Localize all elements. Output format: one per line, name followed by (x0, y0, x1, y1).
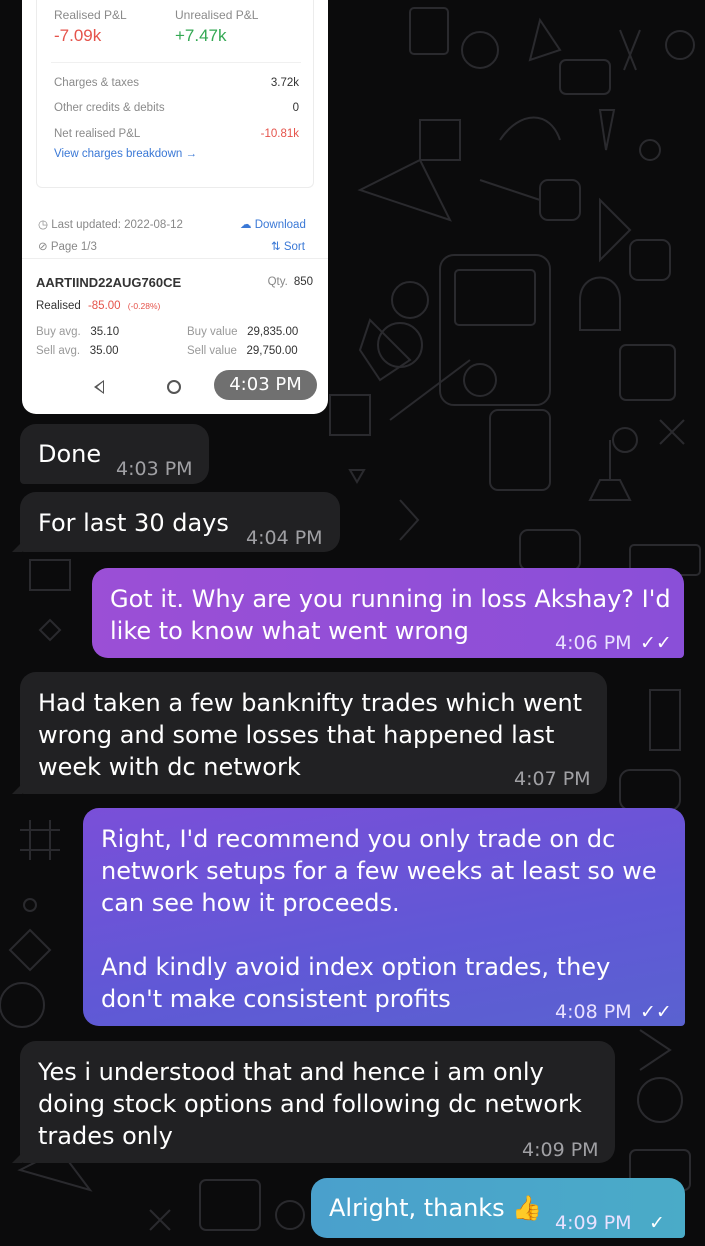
sort-link: ⇅ Sort (271, 241, 305, 253)
sort-icon: ⇅ (271, 241, 284, 253)
message-text: Done (38, 440, 102, 468)
message-time: 4:07 PM (514, 768, 591, 790)
sell-value: Sell value 29,750.00 (187, 345, 298, 357)
message-time: 4:04 PM (246, 527, 323, 549)
pnl-summary-card: Realised P&L -7.09k Unrealised P&L +7.47… (36, 0, 314, 188)
message-bubble-incoming[interactable]: For last 30 days 4:04 PM (12, 492, 340, 552)
buy-value: Buy value 29,835.00 (187, 326, 299, 338)
sell-avg: Sell avg. 35.00 (36, 345, 119, 357)
message-text: For last 30 days (38, 509, 229, 537)
message-bubble-outgoing[interactable]: Right, I'd recommend you only trade on d… (83, 808, 685, 1026)
message-text: Had taken a few banknifty trades which w… (38, 689, 583, 781)
message-time: 4:08 PM (555, 1001, 632, 1023)
buy-avg: Buy avg. 35.10 (36, 326, 120, 338)
charges-breakdown-link: View charges breakdown → (54, 148, 197, 160)
net-realised-row: Net realised P&L -10.81k (54, 128, 299, 140)
download-link: ☁ Download (240, 219, 306, 231)
message-text: Alright, thanks 👍 (329, 1194, 543, 1222)
page-indicator: ⊘ Page 1/3 (38, 241, 97, 253)
double-check-icon: ✓✓ (640, 1001, 672, 1023)
message-bubble-incoming[interactable]: Had taken a few banknifty trades which w… (12, 672, 607, 794)
message-text: Yes i understood that and hence i am onl… (38, 1058, 582, 1150)
realised-pl-label: Realised P&L (54, 8, 127, 22)
unrealised-pl-value: +7.47k (175, 26, 227, 45)
screenshot-image-message[interactable]: Realised P&L -7.09k Unrealised P&L +7.47… (22, 0, 328, 414)
instrument-symbol: AARTIIND22AUG760CE (36, 275, 182, 290)
realised-row: Realised -85.00 (-0.28%) (36, 300, 161, 312)
download-cloud-icon: ☁ (240, 219, 255, 231)
realised-pl-value: -7.09k (54, 26, 102, 45)
back-triangle-icon (94, 380, 104, 394)
message-time: 4:06 PM (555, 632, 632, 654)
last-updated-text: ◷ Last updated: 2022-08-12 (38, 219, 183, 231)
image-timestamp: 4:03 PM (214, 370, 317, 400)
message-bubble-outgoing[interactable]: Got it. Why are you running in loss Aksh… (92, 568, 684, 658)
message-time: 4:09 PM (522, 1139, 599, 1161)
clock-icon: ◷ (38, 219, 52, 231)
charges-row: Charges & taxes 3.72k (54, 77, 299, 89)
message-bubble-incoming[interactable]: Yes i understood that and hence i am onl… (12, 1041, 615, 1163)
message-bubble-incoming[interactable]: Done 4:03 PM (20, 424, 209, 484)
attachment-icon: ⊘ (38, 241, 51, 253)
message-time: 4:09 PM (555, 1212, 632, 1234)
quantity: Qty. 850 (267, 276, 313, 288)
home-circle-icon (167, 380, 181, 394)
single-check-icon: ✓ (649, 1212, 665, 1234)
double-check-icon: ✓✓ (640, 632, 672, 654)
message-text: Right, I'd recommend you only trade on d… (101, 825, 657, 1013)
message-bubble-outgoing[interactable]: Alright, thanks 👍 4:09 PM ✓ (311, 1178, 685, 1238)
unrealised-pl-label: Unrealised P&L (175, 8, 259, 22)
message-time: 4:03 PM (116, 458, 193, 480)
credits-row: Other credits & debits 0 (54, 102, 299, 114)
